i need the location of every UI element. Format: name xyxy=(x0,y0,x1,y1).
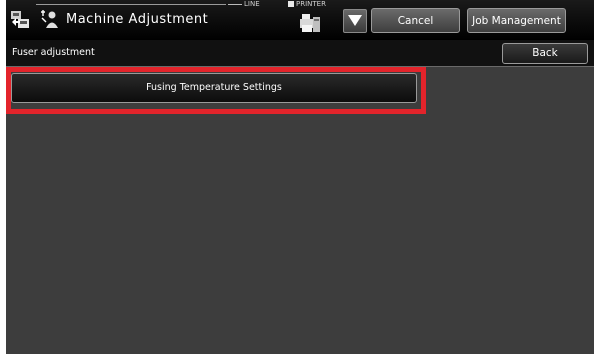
screen: Machine Adjustment LINE PRINTER Cancel J… xyxy=(6,0,594,354)
fusing-temperature-settings-button[interactable]: Fusing Temperature Settings xyxy=(11,73,417,103)
printer-indicator-mark xyxy=(288,1,294,7)
dropdown-button[interactable] xyxy=(343,9,367,33)
user-setting-icon xyxy=(40,9,60,29)
cancel-button[interactable]: Cancel xyxy=(371,8,460,33)
job-management-button[interactable]: Job Management xyxy=(467,8,566,33)
page-title: Machine Adjustment xyxy=(66,12,209,27)
sub-header: Fuser adjustment Back xyxy=(6,40,594,67)
printer-mode-label: PRINTER xyxy=(296,0,326,8)
title-divider xyxy=(36,4,226,5)
line-status-indicator: LINE xyxy=(228,0,260,8)
line-status-label: LINE xyxy=(244,0,260,8)
header-bar: Machine Adjustment LINE PRINTER Cancel J… xyxy=(6,0,594,40)
printer-mode-indicator: PRINTER xyxy=(288,0,326,8)
printer-icon[interactable] xyxy=(299,13,321,33)
back-button[interactable]: Back xyxy=(502,43,588,64)
machine-adjustment-icon xyxy=(10,8,30,30)
line-indicator-mark xyxy=(228,3,242,5)
triangle-down-icon xyxy=(348,15,362,26)
breadcrumb-title: Fuser adjustment xyxy=(12,47,95,58)
